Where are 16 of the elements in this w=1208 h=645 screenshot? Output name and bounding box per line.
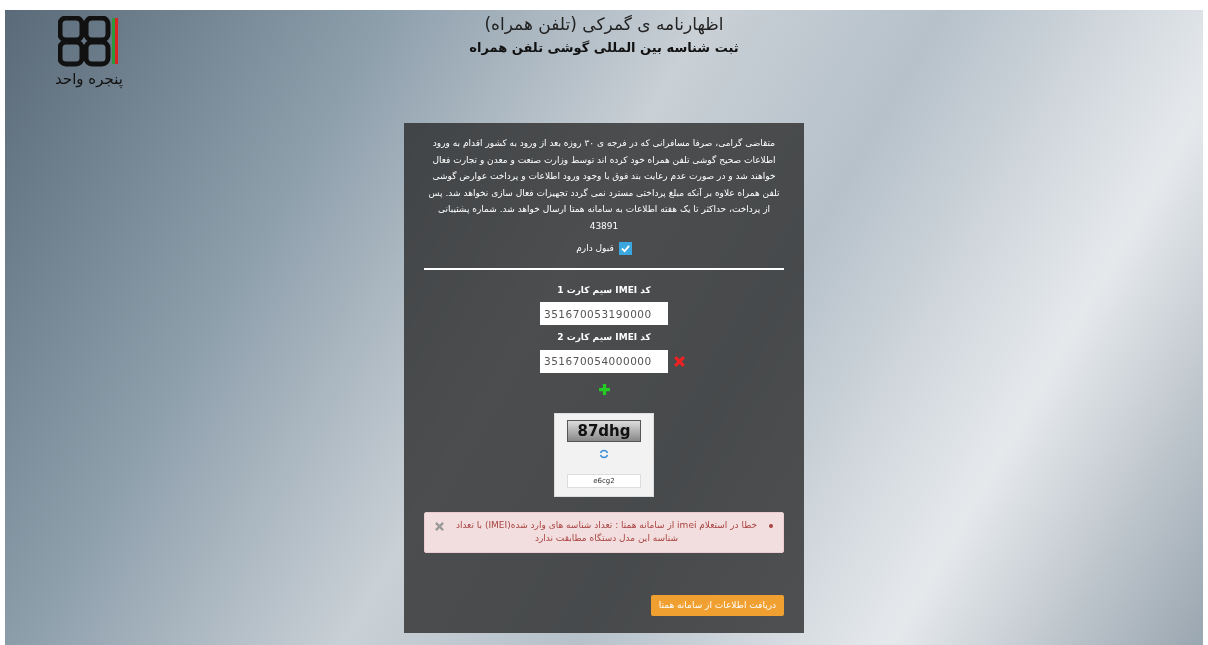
agree-label: قبول دارم [576,242,614,255]
add-icon[interactable] [597,382,611,396]
field-label: کد IMEI سیم کارت 1 [556,283,652,297]
page-subtitle: ثبت شناسه بین المللی گوشی تلفن همراه [468,38,740,57]
agree-checkbox[interactable] [618,242,632,256]
field-label: کد IMEI سیم کارت 2 [556,331,652,344]
alert-message: خطا در استعلام imei از سامانه همتا : تعداد شناسه های وارد شده(IMEI) با تعداد شناسه این مدل دستگاه مطابقت ندارد [454,518,759,545]
page-title: اظهارنامه ی گمرکی (تلفن همراه) [483,13,725,37]
logo-icon [57,16,120,68]
logo-text: پنجره واحد [55,69,123,90]
imei-input-field[interactable]: 351670054000000 [540,349,668,373]
captcha-image: 87dhg [567,419,641,442]
notice-text: متقاضی گرامی، صرفا مسافرانی که در فرجه ی ۳۰ روزه بعد از ورود به کشور اقدام به ورود اطلاعات صحیح گوشی تلفن همراه خود کرده اند توسط وزارت صنعت و معدن و تجارت فعال خواهند شد و در صورت عدم رعایت بند فوق با وجود ورود اطلاعات و پرداخت عوارض گوشی تلفن همراه علاوه بر آنکه مبلغ پرداختی مسترد نمی گردد تجهیزات فعال سازی نخواهد شد. پس از پرداخت، حداکثر تا یک هفته اطلاعات به سامانه همتا ارسال خواهد شد. شماره پشتیبانی 43891 [427,137,781,233]
remove-icon[interactable] [673,354,686,368]
refresh-icon[interactable] [599,448,609,459]
imei-input-field[interactable]: 351670053190000 [540,302,668,325]
